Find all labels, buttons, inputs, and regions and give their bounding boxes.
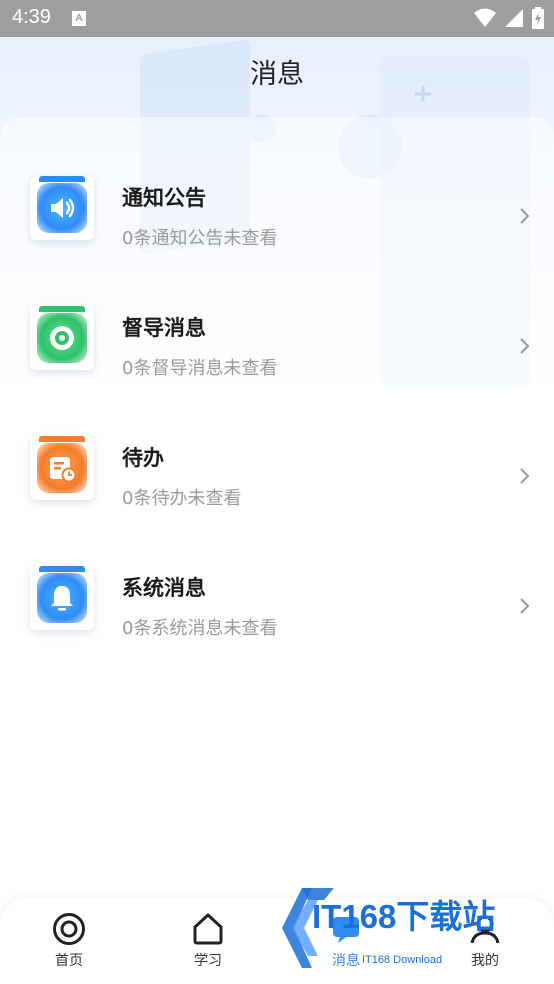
tab-label: 首页 [55, 953, 83, 969]
status-icons [474, 7, 544, 29]
message-subtitle: 0条督导消息未查看 [122, 358, 278, 379]
battery-icon [532, 7, 544, 29]
chevron-right-icon [520, 598, 530, 614]
message-subtitle: 0条待办未查看 [122, 488, 242, 509]
wifi-icon [474, 8, 496, 27]
watermark-logo: IT168下载站 IT168 Download [272, 884, 554, 976]
eye-icon [30, 306, 94, 370]
message-title: 督导消息 [122, 316, 206, 340]
chevron-right-icon [520, 338, 530, 354]
message-subtitle: 0条通知公告未查看 [122, 228, 278, 249]
house-icon [193, 913, 223, 945]
watermark-subtext: IT168 Download [362, 954, 443, 966]
speaker-icon [30, 176, 94, 240]
chevron-right-icon [520, 208, 530, 224]
message-title: 待办 [122, 446, 164, 470]
message-item-system[interactable]: 系统消息 0条系统消息未查看 [0, 566, 554, 676]
tab-study[interactable]: 学习 [158, 912, 258, 974]
signal-icon [505, 9, 523, 27]
message-list: 通知公告 0条通知公告未查看 督导消息 0条督导消息未查看 待办 0条待办未查看… [0, 117, 554, 917]
home-target-icon [53, 913, 85, 945]
message-item-supervision[interactable]: 督导消息 0条督导消息未查看 [0, 306, 554, 416]
tab-label: 学习 [194, 953, 222, 969]
status-time: 4:39 [12, 6, 51, 28]
page-title: 消息 [250, 59, 304, 90]
message-title: 通知公告 [122, 186, 206, 210]
bell-icon [30, 566, 94, 630]
message-item-notice[interactable]: 通知公告 0条通知公告未查看 [0, 176, 554, 286]
todo-icon [30, 436, 94, 500]
watermark-text: IT168下载站 [312, 898, 496, 935]
status-bar: 4:39 A [0, 0, 554, 37]
notification-icon: A [72, 11, 86, 26]
tab-home[interactable]: 首页 [19, 912, 119, 974]
message-item-todo[interactable]: 待办 0条待办未查看 [0, 436, 554, 546]
messages-screen: 4:39 A + 消息 通知公告 0条通知公告未查看 督导消息 0条督导消息未查… [0, 0, 554, 984]
message-subtitle: 0条系统消息未查看 [122, 618, 278, 639]
chevron-right-icon [520, 468, 530, 484]
message-title: 系统消息 [122, 576, 206, 600]
